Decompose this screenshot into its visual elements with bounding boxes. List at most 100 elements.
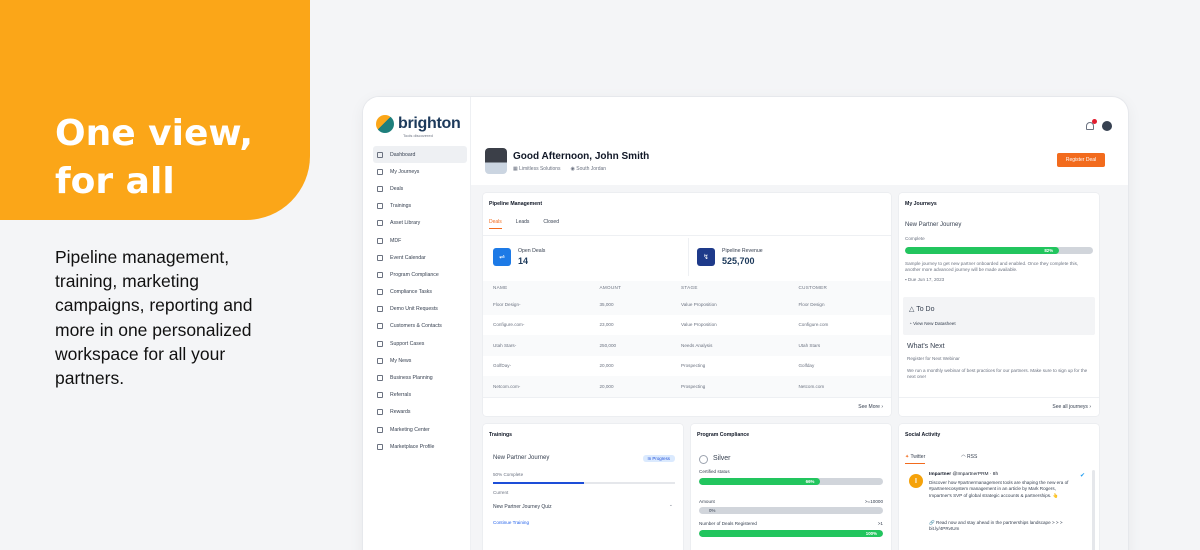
table-cell: Golfday	[798, 363, 815, 369]
sidebar-item-event-calendar[interactable]: Event Calendar	[373, 249, 467, 266]
demo-icon	[377, 306, 383, 313]
journey-progress-label: 82%	[1044, 248, 1054, 253]
sidebar-item-rewards[interactable]: Rewards	[373, 404, 467, 421]
table-cell: 35,000	[589, 294, 672, 315]
continue-training-link[interactable]: Continue Training	[493, 520, 529, 525]
pipeline-revenue-kpi: ↯ Pipeline Revenue 525,700	[697, 248, 763, 266]
sidebar: brighton Tools discovered Dashboard My Jo…	[363, 97, 471, 550]
profile-avatar[interactable]	[1102, 121, 1112, 131]
table-cell: Value Proposition	[681, 322, 717, 328]
pipeline-tabs: Deals Leads Closed	[489, 219, 559, 229]
planning-icon	[377, 375, 383, 382]
tab-rss-label: RSS	[967, 454, 978, 460]
table-cell: 20,000	[599, 363, 614, 369]
todo-title: △ To Do	[909, 306, 935, 313]
trainings-card: Trainings New Partner Journey In Progres…	[483, 424, 683, 550]
column-header[interactable]: CUSTOMER	[788, 281, 891, 294]
tab-leads[interactable]: Leads	[516, 219, 530, 229]
column-header[interactable]: NAME	[483, 281, 590, 294]
twitter-bird-icon[interactable]: ✔	[1080, 472, 1085, 479]
sidebar-item-demo-unit-requests[interactable]: Demo Unit Requests	[373, 301, 467, 318]
notification-bell-icon[interactable]	[1086, 119, 1097, 130]
deals-progress-bar: 100%	[699, 530, 883, 537]
tasks-icon	[377, 289, 383, 296]
see-more-link[interactable]: See More ›	[858, 404, 883, 410]
sidebar-item-marketplace-profile[interactable]: Marketplace Profile	[373, 438, 467, 455]
whats-next-item[interactable]: Register for Next Webinar	[907, 356, 960, 361]
journeys-icon	[377, 168, 383, 175]
pipeline-title: Pipeline Management	[489, 201, 543, 207]
deals-registered-label: Number of Deals Registered	[699, 521, 757, 526]
table-cell: 23,000	[599, 322, 614, 328]
journey-due-label: Due Jun 17, 2023	[907, 277, 945, 282]
todo-title-label: To Do	[916, 306, 935, 313]
sidebar-item-customers-contacts[interactable]: Customers & Contacts	[373, 318, 467, 335]
social-scrollbar[interactable]	[1092, 470, 1095, 550]
company-name: ▦ Limitless Solutions	[513, 166, 561, 172]
twitter-icon: ✦	[905, 454, 910, 460]
greeting-text: Good Afternoon, John Smith	[513, 151, 650, 162]
revenue-icon: ↯	[697, 248, 715, 266]
sidebar-item-compliance-tasks[interactable]: Compliance Tasks	[373, 284, 467, 301]
tab-deals[interactable]: Deals	[489, 219, 502, 229]
deals-ticket-icon: ⇌	[493, 248, 511, 266]
sidebar-item-program-compliance[interactable]: Program Compliance	[373, 266, 467, 283]
todo-link[interactable]: ◔ View New Datasheet	[909, 321, 956, 326]
rewards-icon	[377, 409, 383, 416]
journey-due: ▪ Due Jun 17, 2023	[905, 277, 945, 282]
brand-logo[interactable]: brighton	[376, 115, 461, 133]
brand-name: brighton	[398, 115, 461, 132]
tab-closed[interactable]: Closed	[543, 219, 559, 229]
sidebar-item-asset-library[interactable]: Asset Library	[373, 215, 467, 232]
deals-pct: 100%	[865, 531, 877, 536]
sidebar-item-my-journeys[interactable]: My Journeys	[373, 163, 467, 180]
open-deals-label: Open Deals	[518, 248, 546, 254]
register-deal-button[interactable]: Register Deal	[1057, 153, 1105, 167]
training-course-name[interactable]: New Partner Journey	[493, 455, 549, 461]
see-all-journeys-link[interactable]: See all journeys ›	[1052, 404, 1091, 410]
hero-title-line-2: for all	[55, 161, 175, 202]
certified-progress-fill: 66%	[699, 478, 821, 485]
tweet-handle: @ImpartnerPRM · 8h	[952, 472, 999, 477]
hero-title-line-1: One view,	[55, 113, 254, 154]
contacts-icon	[377, 323, 383, 330]
table-row[interactable]: GolfDay- 20,000 Prospecting Golfday	[483, 356, 891, 377]
sidebar-item-deals[interactable]: Deals	[373, 180, 467, 197]
table-cell: Needs Analysis	[671, 335, 789, 356]
sidebar-item-label: Support Cases	[390, 340, 425, 347]
column-header[interactable]: AMOUNT	[589, 281, 672, 294]
chevron-down-icon[interactable]: ⌄	[669, 502, 673, 508]
in-progress-badge: In Progress	[642, 455, 675, 462]
sidebar-item-mdf[interactable]: MDF	[373, 232, 467, 249]
sidebar-item-referrals[interactable]: Referrals	[373, 387, 467, 404]
hero-description: Pipeline management, training, marketing…	[55, 247, 253, 389]
sidebar-item-trainings[interactable]: Trainings	[373, 198, 467, 215]
tab-rss[interactable]: ◠ RSS	[961, 454, 977, 464]
page-header: Good Afternoon, John Smith ▦ Limitless S…	[483, 145, 1115, 183]
sidebar-item-dashboard[interactable]: Dashboard	[373, 146, 467, 164]
journey-name[interactable]: New Partner Journey	[905, 222, 961, 228]
sidebar-item-support-cases[interactable]: Support Cases	[373, 335, 467, 352]
tab-twitter[interactable]: ✦ Twitter	[905, 454, 926, 464]
mdf-icon	[377, 237, 383, 244]
sidebar-item-label: My Journeys	[390, 168, 420, 175]
impartner-avatar-icon: I	[909, 474, 923, 488]
table-row[interactable]: Floor Design- 35,000 Value Proposition Floo…	[483, 294, 891, 315]
column-header[interactable]: STAGE	[671, 281, 789, 294]
sidebar-item-label: Asset Library	[390, 220, 421, 227]
table-row[interactable]: Configure.com- 23,000 Value Proposition Con…	[483, 315, 891, 336]
deals-registered-target: >1	[877, 521, 883, 526]
table-row[interactable]: Utah Stars- 250,000 Needs Analysis Utah Sta…	[483, 335, 891, 356]
table-row[interactable]: Netcom.com- 20,000 Prospecting Netcom.com	[483, 376, 891, 397]
sidebar-item-label: My News	[390, 357, 412, 364]
training-quiz[interactable]: New Partner Journey Quiz	[493, 504, 552, 510]
sidebar-item-my-news[interactable]: My News	[373, 352, 467, 369]
kpi-separator	[688, 238, 689, 276]
sidebar-item-label: Marketing Center	[390, 426, 430, 433]
tweet-link[interactable]: 🔗 Read now and stay ahead in the partner…	[929, 520, 1079, 533]
user-meta: ▦ Limitless Solutions ◉ South Jordan	[513, 166, 606, 172]
user-avatar	[485, 148, 507, 174]
sidebar-item-marketing-center[interactable]: Marketing Center	[373, 421, 467, 438]
sidebar-item-business-planning[interactable]: Business Planning	[373, 369, 467, 386]
training-status: Current	[493, 490, 509, 495]
